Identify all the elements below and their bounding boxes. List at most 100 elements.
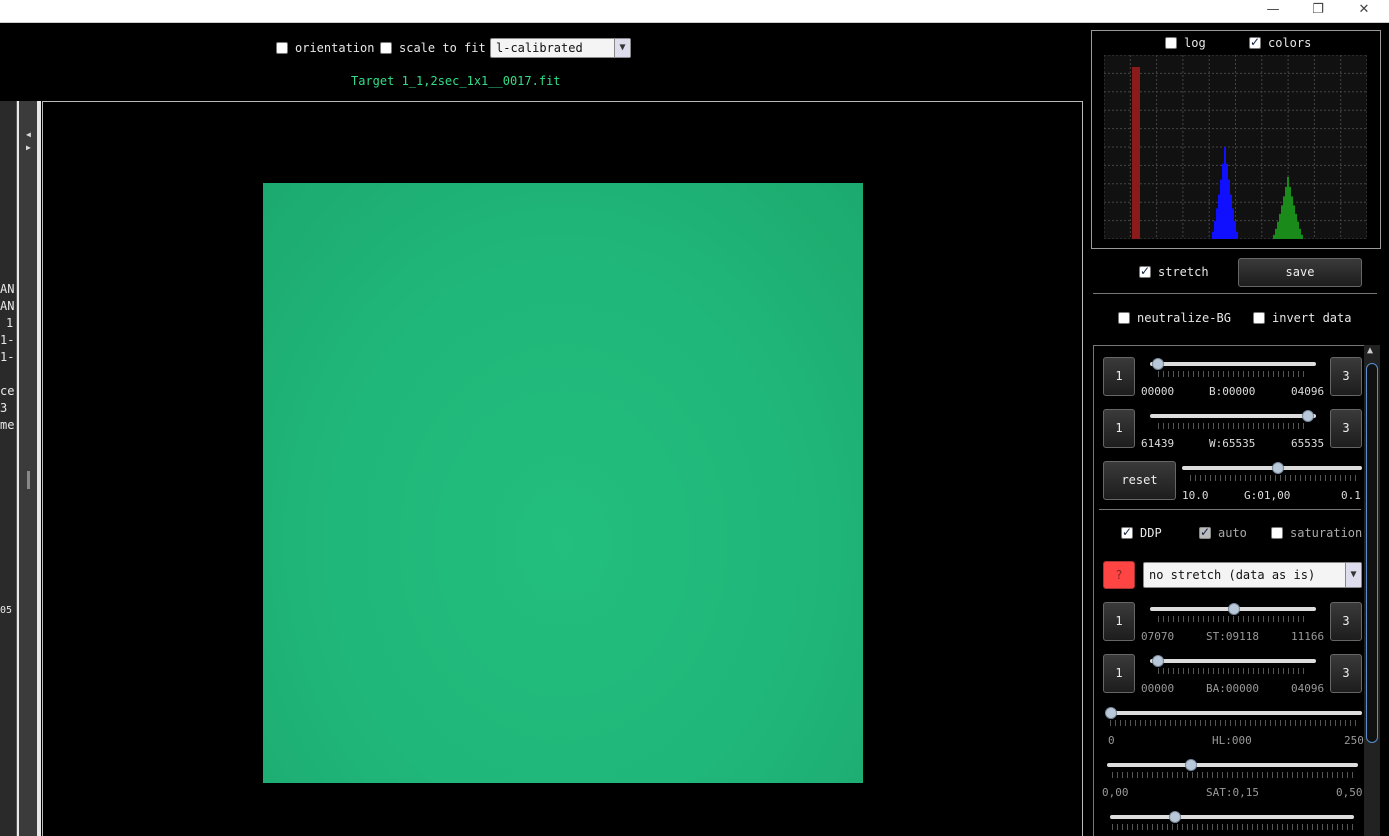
ba-step-fine-button[interactable]: 1 [1103,654,1135,693]
black-step-coarse-button[interactable]: 3 [1330,357,1362,396]
log-label: log [1184,36,1206,50]
next-slider-knob[interactable] [1169,811,1181,823]
sat-min: 0,00 [1102,786,1129,799]
next-slider-track[interactable] [1110,815,1354,819]
fits-image[interactable] [263,183,863,783]
next-slider-ticks [1112,824,1356,830]
gamma-value: G:01,00 [1244,489,1291,502]
ddp-checkbox[interactable] [1121,525,1133,539]
histogram-chart [1104,55,1367,239]
histogram-bar-blue [1214,220,1216,239]
levels-scrollbar[interactable]: ▲ [1364,345,1380,836]
chevron-down-icon: ▼ [614,39,630,57]
info-fragment: 1 [6,316,14,330]
white-value: W:65535 [1209,437,1256,450]
sat-slider-track[interactable] [1107,763,1358,767]
ba-step-coarse-button[interactable]: 3 [1330,654,1362,693]
histogram-bar-blue [1212,231,1214,239]
st-slider-knob[interactable] [1228,603,1240,615]
invert-data-label: invert data [1272,311,1352,325]
collapse-arrow-icon[interactable]: ◀ [26,130,31,139]
scale-to-fit-label: scale to fit [399,41,486,55]
restore-icon[interactable]: ❐ [1295,0,1341,22]
divider [1099,509,1361,510]
save-button[interactable]: save [1238,258,1362,287]
histogram-bar-blue [1230,194,1232,239]
colors-checkbox[interactable] [1249,35,1261,49]
panel-splitter[interactable]: ◀ ▶ [17,101,41,836]
sat-value: SAT:0,15 [1206,786,1259,799]
sat-max: 0,50 [1336,786,1363,799]
st-slider-ticks [1158,616,1308,622]
reset-button[interactable]: reset [1103,461,1176,500]
close-icon[interactable]: ✕ [1341,0,1387,22]
st-value: ST:09118 [1206,630,1259,643]
scale-to-fit-checkbox[interactable] [380,42,392,54]
histogram-bar-green [1285,186,1287,239]
sat-slider-ticks [1112,772,1356,778]
minimize-icon[interactable]: — [1250,0,1296,22]
histogram-bar-red [1132,67,1134,239]
histogram-bar-blue [1226,163,1228,239]
white-slider-track[interactable] [1150,414,1316,418]
help-button[interactable]: ? [1103,561,1135,589]
image-filename: Target 1_1,2sec_1x1__0017.fit [351,74,561,88]
info-fragment: 05 [0,605,13,616]
saturation-label: saturation [1290,526,1363,540]
histogram-bar-blue [1224,147,1226,239]
neutralize-bg-checkbox[interactable] [1118,312,1130,324]
st-step-coarse-button[interactable]: 3 [1330,602,1362,641]
splitter-grip-icon[interactable] [27,471,30,489]
saturation-checkbox[interactable] [1271,527,1283,539]
histogram-bar-green [1277,221,1279,239]
st-max: 11166 [1291,630,1325,643]
scroll-up-icon[interactable]: ▲ [1367,345,1373,356]
histogram-bar-green [1273,234,1275,239]
ba-slider-knob[interactable] [1152,655,1164,667]
black-value: B:00000 [1209,385,1256,398]
histogram-grid [1104,55,1367,239]
black-min: 00000 [1141,385,1175,398]
gamma-slider-knob[interactable] [1272,462,1284,474]
white-step-coarse-button[interactable]: 3 [1330,409,1362,448]
histogram-bar-blue [1234,220,1236,239]
auto-label: auto [1218,526,1247,540]
ba-min: 00000 [1141,682,1175,695]
histogram-bar-green [1291,196,1293,239]
scrollbar-thumb[interactable] [1366,363,1378,743]
black-step-fine-button[interactable]: 1 [1103,357,1135,396]
log-checkbox[interactable] [1165,37,1177,49]
auto-checkbox[interactable] [1199,525,1211,539]
orientation-checkbox[interactable] [276,42,288,54]
hl-slider-track[interactable] [1105,711,1362,715]
invert-data-checkbox[interactable] [1253,312,1265,324]
stretch-checkbox[interactable] [1139,264,1151,278]
calibration-mode-select[interactable]: l-calibrated ▼ [490,38,631,58]
white-slider-ticks [1158,423,1308,429]
st-step-fine-button[interactable]: 1 [1103,602,1135,641]
info-fragment: ce [0,384,15,398]
histogram-bar-blue [1218,194,1220,239]
gamma-slider-ticks [1190,475,1360,481]
black-slider-knob[interactable] [1152,358,1164,370]
hl-min: 0 [1108,734,1115,747]
white-step-fine-button[interactable]: 1 [1103,409,1135,448]
expand-arrow-icon[interactable]: ▶ [26,143,31,152]
white-min: 61439 [1141,437,1175,450]
stretch-mode-value: no stretch (data as is) [1149,568,1316,582]
histogram-bar-blue [1220,179,1222,239]
histogram-bar-red [1134,67,1136,239]
divider [1093,293,1377,294]
title-bar: — ❐ ✕ [0,0,1389,23]
ba-slider-ticks [1158,668,1308,674]
histogram-bar-green [1279,213,1281,239]
stretch-mode-select[interactable]: no stretch (data as is) ▼ [1143,562,1362,588]
histogram-bar-green [1289,186,1291,239]
white-slider-knob[interactable] [1302,410,1314,422]
hl-slider-knob[interactable] [1105,707,1117,719]
histogram-bar-green [1301,234,1303,239]
ba-slider-track[interactable] [1150,659,1316,663]
hl-max: 250 [1344,734,1364,747]
histogram-bar-green [1287,177,1289,239]
black-slider-track[interactable] [1150,362,1316,366]
